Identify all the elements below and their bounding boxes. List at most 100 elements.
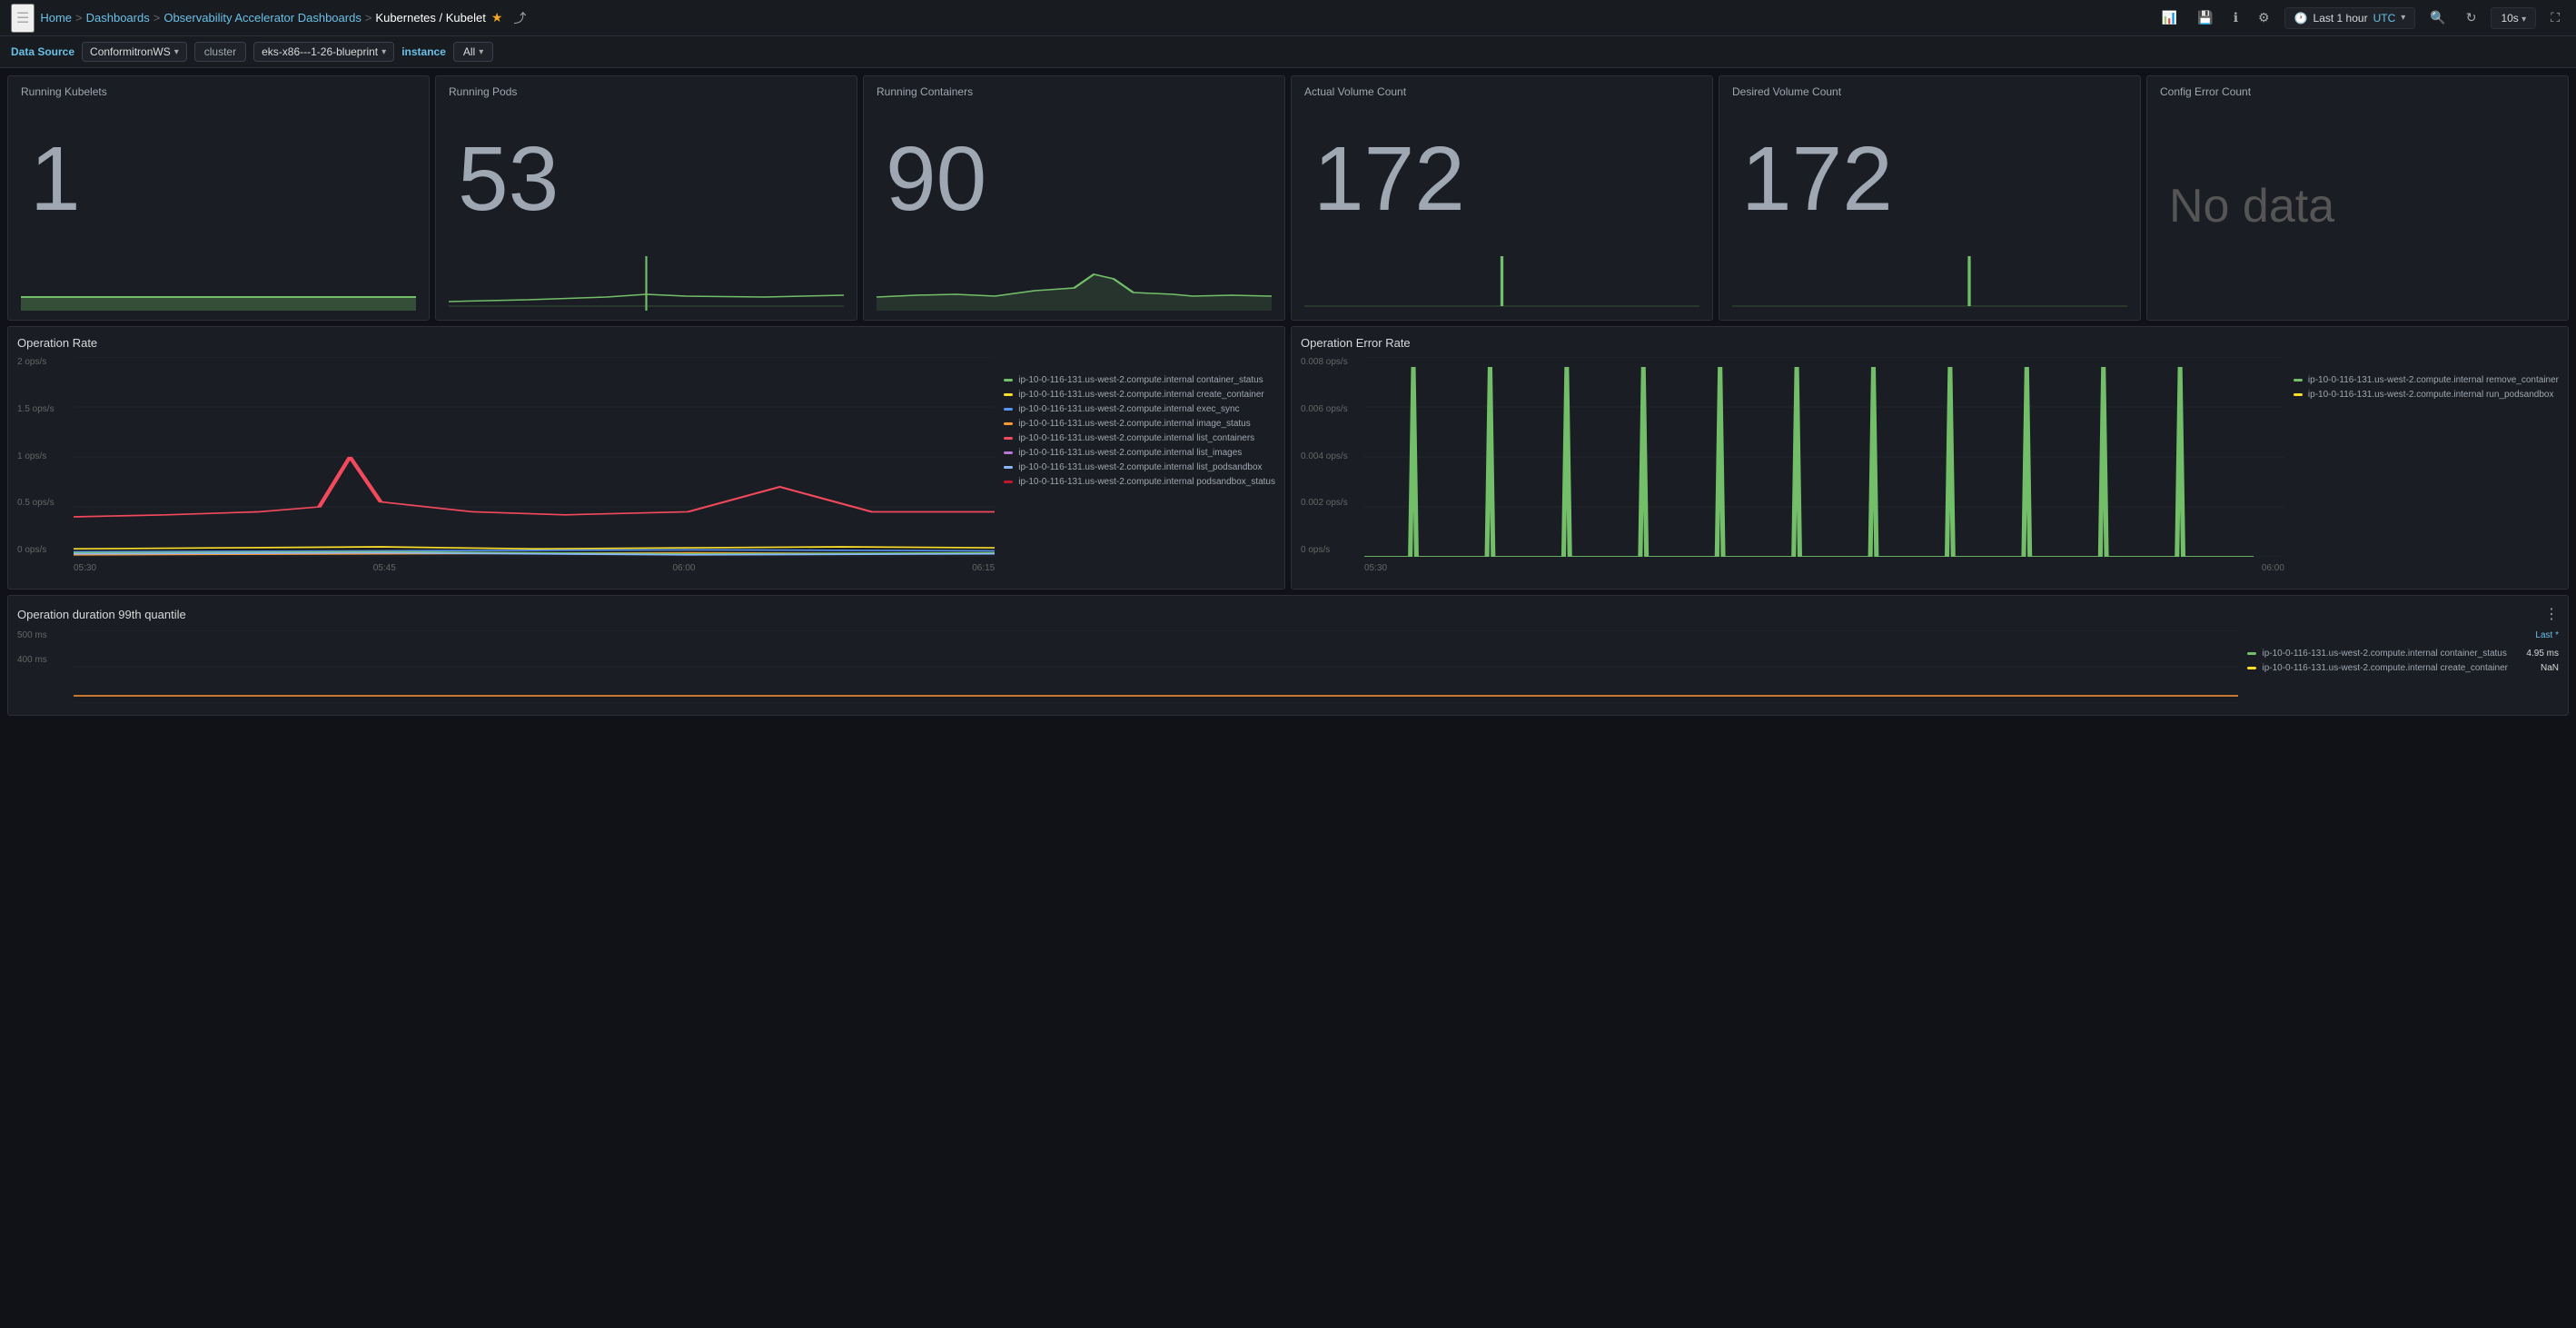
y-label-2ops: 2 ops/s [17, 357, 64, 367]
last-label: Last * [2247, 630, 2559, 640]
dur-legend-color-0 [2247, 652, 2256, 655]
data-source-select[interactable]: ConformitronWS ▾ [82, 42, 187, 62]
panel-title-op-error-rate: Operation Error Rate [1301, 336, 2559, 350]
y-label-0.004: 0.004 ops/s [1301, 451, 1355, 461]
legend-color-0 [1004, 379, 1013, 382]
panel-title-pods: Running Pods [449, 85, 844, 98]
breadcrumb-home[interactable]: Home [40, 11, 72, 25]
refresh-rate-value: 10s [2501, 12, 2518, 25]
legend-color-1 [1004, 393, 1013, 396]
dur-legend-value-0: 4.95 ms [2513, 649, 2559, 659]
dur-legend-value-1: NaN [2513, 663, 2559, 673]
y-label-0ops-err: 0 ops/s [1301, 545, 1355, 555]
menu-icon[interactable]: ☰ [11, 4, 35, 33]
bar-chart-icon[interactable]: 📊 [2156, 6, 2183, 29]
refresh-icon[interactable]: ↻ [2461, 6, 2482, 29]
stat-value-kubelets: 1 [21, 102, 416, 256]
panel-title-containers: Running Containers [877, 85, 1272, 98]
y-label-1.5ops: 1.5 ops/s [17, 404, 64, 414]
instance-select[interactable]: All ▾ [453, 42, 493, 62]
history-icon: 🕐 [2294, 12, 2308, 25]
panel-actual-volume: Actual Volume Count 172 [1291, 75, 1713, 321]
y-label-0.006: 0.006 ops/s [1301, 404, 1355, 414]
op-duration-chart-area: 500 ms 400 ms Last * ip-10-0-116-131.u [17, 630, 2559, 706]
chevron-down-icon: ▾ [2401, 13, 2405, 23]
legend-item-7: ip-10-0-116-131.us-west-2.compute.intern… [1004, 477, 1275, 487]
stat-panels-row: Running Kubelets 1 Running Pods 53 [7, 75, 2569, 321]
error-legend-color-0 [2294, 379, 2303, 382]
sparkline-actual-volume [1304, 256, 1699, 311]
panel-running-containers: Running Containers 90 [863, 75, 1285, 321]
chart-row: Operation Rate 2 ops/s 1.5 ops/s 1 ops/s… [7, 326, 2569, 590]
cluster-value: eks-x86---1-26-blueprint [262, 45, 378, 58]
info-icon[interactable]: ℹ [2228, 6, 2244, 29]
op-rate-chart-area: 2 ops/s 1.5 ops/s 1 ops/s 0.5 ops/s 0 op… [17, 357, 1275, 573]
legend-item-6: ip-10-0-116-131.us-west-2.compute.intern… [1004, 462, 1275, 472]
x-label-0545: 05:45 [373, 563, 396, 573]
top-nav: ☰ Home > Dashboards > Observability Acce… [0, 0, 2576, 36]
legend-color-5 [1004, 451, 1013, 454]
legend-label-0: ip-10-0-116-131.us-west-2.compute.intern… [1018, 375, 1263, 385]
panel-title-op-rate: Operation Rate [17, 336, 1275, 350]
settings-icon[interactable]: ⚙ [2253, 6, 2275, 29]
data-source-label: Data Source [11, 45, 74, 58]
legend-label-6: ip-10-0-116-131.us-west-2.compute.intern… [1018, 462, 1262, 472]
favorite-icon[interactable]: ★ [491, 10, 503, 25]
refresh-rate-picker[interactable]: 10s ▾ [2491, 7, 2536, 29]
panel-desired-volume: Desired Volume Count 172 [1719, 75, 2141, 321]
y-label-0.002: 0.002 ops/s [1301, 498, 1355, 508]
legend-label-2: ip-10-0-116-131.us-west-2.compute.intern… [1018, 404, 1239, 414]
share-icon[interactable]: ⤴ [508, 5, 531, 31]
cluster-select[interactable]: eks-x86---1-26-blueprint ▾ [253, 42, 394, 62]
breadcrumb-dashboards[interactable]: Dashboards [86, 11, 150, 25]
legend-item-5: ip-10-0-116-131.us-west-2.compute.intern… [1004, 448, 1275, 458]
dur-legend-label-0: ip-10-0-116-131.us-west-2.compute.intern… [2262, 649, 2506, 659]
legend-label-3: ip-10-0-116-131.us-west-2.compute.intern… [1018, 419, 1251, 429]
chevron-down-icon-2: ▾ [2522, 15, 2526, 25]
panel-running-kubelets: Running Kubelets 1 [7, 75, 430, 321]
panel-operation-duration: Operation duration 99th quantile ⋮ 500 m… [7, 595, 2569, 716]
y-label-0.5ops: 0.5 ops/s [17, 498, 64, 508]
op-duration-legend: Last * ip-10-0-116-131.us-west-2.compute… [2247, 630, 2559, 706]
stat-value-containers: 90 [877, 102, 1272, 256]
expand-icon[interactable]: ⛶ [2545, 6, 2565, 29]
y-label-400ms: 400 ms [17, 655, 64, 665]
toolbar: Data Source ConformitronWS ▾ cluster eks… [0, 36, 2576, 68]
legend-color-7 [1004, 481, 1013, 483]
zoom-out-icon[interactable]: 🔍 [2424, 6, 2451, 29]
legend-label-4: ip-10-0-116-131.us-west-2.compute.intern… [1018, 433, 1254, 443]
stat-value-config-error: No data [2160, 102, 2555, 311]
legend-color-6 [1004, 466, 1013, 469]
x-label-err-0530: 05:30 [1364, 563, 1387, 573]
op-duration-header: Operation duration 99th quantile ⋮ [17, 605, 2559, 623]
legend-item-4: ip-10-0-116-131.us-west-2.compute.intern… [1004, 433, 1275, 443]
op-rate-legend: ip-10-0-116-131.us-west-2.compute.intern… [1004, 357, 1275, 573]
legend-label-1: ip-10-0-116-131.us-west-2.compute.intern… [1018, 390, 1264, 400]
legend-item-3: ip-10-0-116-131.us-west-2.compute.intern… [1004, 419, 1275, 429]
data-source-value: ConformitronWS [90, 45, 171, 58]
op-error-rate-legend: ip-10-0-116-131.us-west-2.compute.intern… [2294, 357, 2559, 573]
x-label-err-0600: 06:00 [2262, 563, 2284, 573]
duration-legend-item-0: ip-10-0-116-131.us-west-2.compute.intern… [2247, 649, 2559, 659]
error-legend-item-0: ip-10-0-116-131.us-west-2.compute.intern… [2294, 375, 2559, 385]
nav-right: 📊 💾 ℹ ⚙ 🕐 Last 1 hour UTC ▾ 🔍 ↻ 10s ▾ ⛶ [2156, 6, 2565, 29]
breadcrumb-observability[interactable]: Observability Accelerator Dashboards [163, 11, 362, 25]
stat-value-desired-volume: 172 [1732, 102, 2127, 256]
legend-item-2: ip-10-0-116-131.us-west-2.compute.intern… [1004, 404, 1275, 414]
save-icon[interactable]: 💾 [2192, 6, 2218, 29]
panel-title-config-error: Config Error Count [2160, 85, 2555, 98]
time-range-label: Last 1 hour [2313, 12, 2368, 25]
breadcrumb-current: Kubernetes / Kubelet [375, 11, 485, 25]
timezone-label: UTC [2373, 12, 2396, 25]
op-duration-svg-area [74, 630, 2238, 706]
time-range-picker[interactable]: 🕐 Last 1 hour UTC ▾ [2284, 7, 2416, 29]
sparkline-desired-volume [1732, 256, 2127, 311]
op-rate-svg-area: 05:30 05:45 06:00 06:15 [74, 357, 995, 573]
y-label-500ms: 500 ms [17, 630, 64, 640]
panel-operation-error-rate: Operation Error Rate 0.008 ops/s 0.006 o… [1291, 326, 2569, 590]
panel-menu-button[interactable]: ⋮ [2544, 605, 2559, 623]
main-content: Running Kubelets 1 Running Pods 53 [0, 68, 2576, 723]
x-label-0530: 05:30 [74, 563, 96, 573]
x-label-0615: 06:15 [972, 563, 995, 573]
data-source-chevron: ▾ [174, 47, 179, 57]
